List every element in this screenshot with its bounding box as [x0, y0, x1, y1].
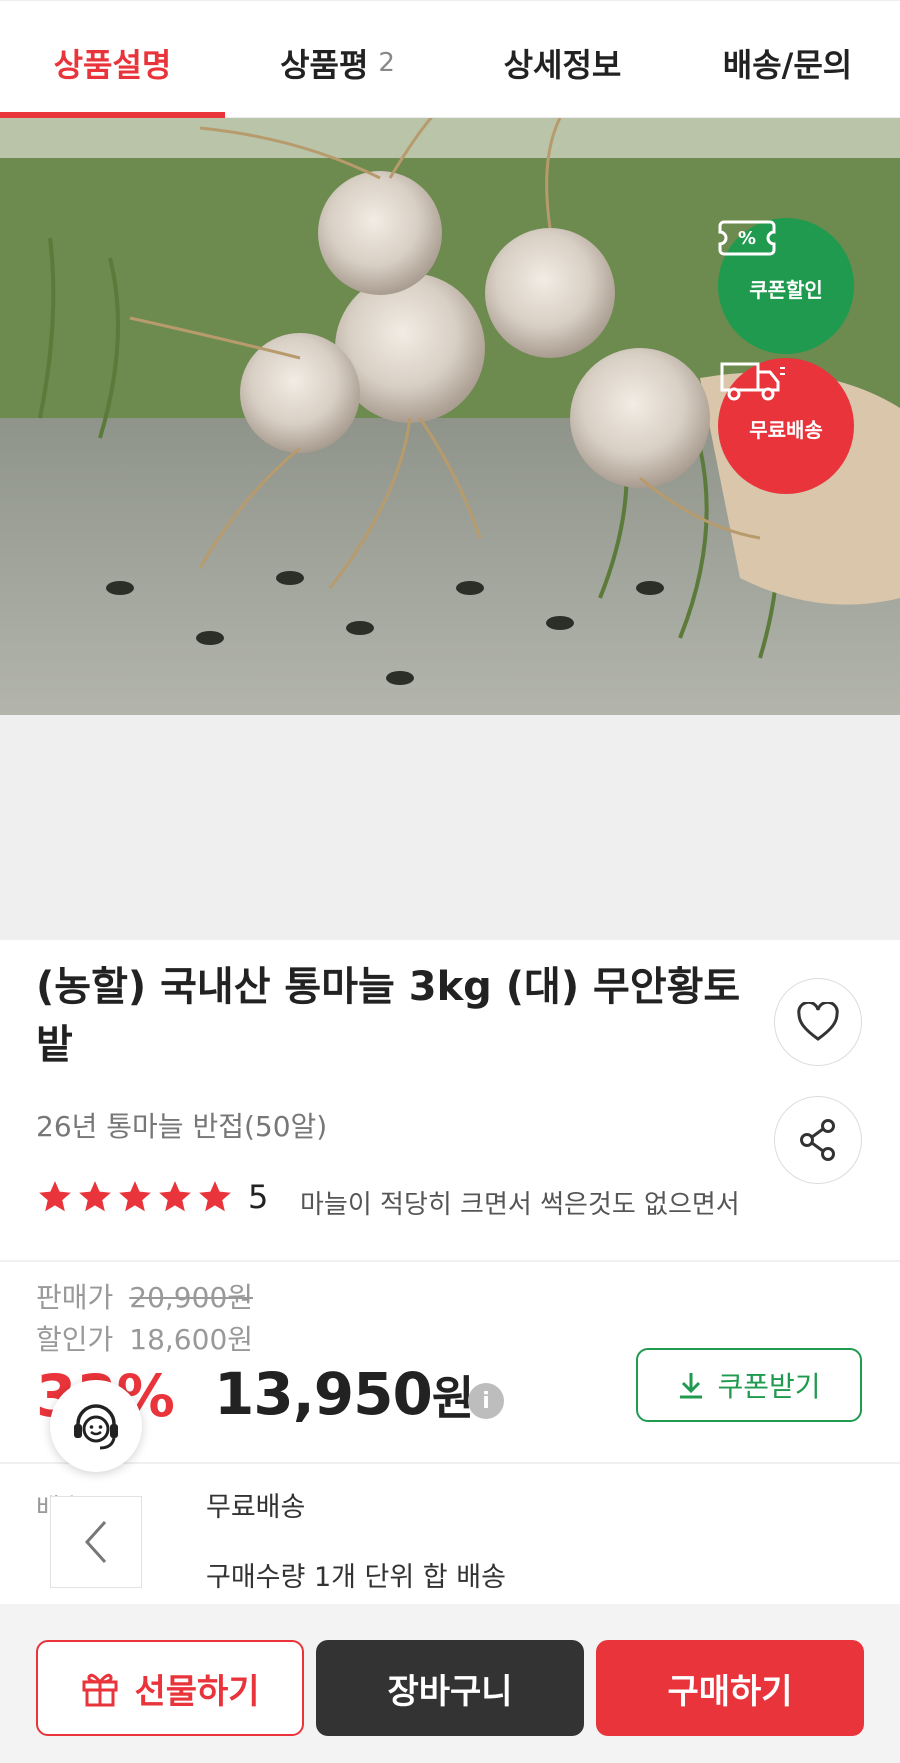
tab-label: 상세정보 [503, 46, 622, 84]
tab-description[interactable]: 상품설명 [0, 1, 225, 118]
headset-icon [74, 1404, 118, 1450]
rating[interactable]: 5 [36, 1178, 268, 1216]
tab-reviews[interactable]: 상품평 2 [225, 1, 450, 117]
tab-bar: 상품설명 상품평 2 상세정보 배송/문의 [0, 0, 900, 118]
rating-score: 5 [248, 1178, 269, 1216]
sale-price-row: 판매가 20,900원 [36, 1276, 253, 1316]
buy-now-button[interactable]: 구매하기 [596, 1640, 864, 1736]
buy-label: 구매하기 [667, 1671, 793, 1712]
chevron-left-icon [84, 1520, 107, 1564]
star-icon [199, 1181, 231, 1212]
star-icon [79, 1181, 111, 1212]
bottom-action-bar: 선물하기 장바구니 구매하기 [0, 1604, 900, 1763]
customer-service-button[interactable] [50, 1380, 142, 1472]
gift-icon [82, 1673, 118, 1707]
shipping-note: 구매수량 1개 단위 합 배송 [206, 1562, 506, 1593]
divider [0, 1462, 900, 1464]
heart-icon [797, 1002, 839, 1041]
shipping-value: 무료배송 [206, 1492, 306, 1523]
review-snippet[interactable]: 마늘이 적당히 크면서 썩은것도 없으면서 [300, 1184, 760, 1221]
discount-price-label: 할인가 [36, 1323, 114, 1356]
truck-icon [720, 362, 785, 401]
gift-button[interactable]: 선물하기 [36, 1640, 304, 1736]
add-to-cart-button[interactable]: 장바구니 [316, 1640, 584, 1736]
sale-price-value: 20,900원 [129, 1281, 254, 1314]
tab-label: 배송/문의 [722, 46, 853, 84]
sale-price-label: 판매가 [36, 1281, 114, 1314]
free-shipping-label: 무료배송 [749, 417, 823, 442]
price-info-icon[interactable]: i [468, 1383, 504, 1419]
discount-price-value: 18,600원 [129, 1323, 254, 1356]
free-shipping-badge[interactable]: 무료배송 [718, 358, 854, 494]
gift-label: 선물하기 [134, 1671, 260, 1712]
coupon-badge-label: 쿠폰할인 [749, 277, 823, 302]
review-count: 2 [378, 48, 395, 78]
star-icon [39, 1181, 71, 1212]
cart-label: 장바구니 [387, 1671, 513, 1712]
product-image[interactable]: % 쿠폰할인 무료배송 [0, 118, 900, 715]
share-icon [800, 1119, 835, 1161]
back-button[interactable] [50, 1496, 142, 1588]
coupon-icon: % [718, 220, 776, 256]
product-title: (농할) 국내산 통마늘 3kg (대) 무안황토밭 [36, 964, 741, 1068]
product-subtitle: 26년 통마늘 반접(50알) [36, 1110, 328, 1143]
coupon-download-button[interactable]: 쿠폰받기 [636, 1348, 862, 1422]
discount-price-row: 할인가 18,600원 [36, 1318, 253, 1358]
coupon-discount-badge[interactable]: % 쿠폰할인 [718, 218, 854, 354]
final-price-unit: 원 [431, 1371, 474, 1425]
star-icon [119, 1181, 151, 1212]
svg-text:%: % [738, 228, 756, 249]
tab-details[interactable]: 상세정보 [450, 1, 675, 117]
share-button[interactable] [774, 1096, 862, 1184]
tab-shipping-inquiry[interactable]: 배송/문의 [675, 1, 900, 117]
final-price: 13,950원 [214, 1360, 474, 1428]
final-price-amount: 13,950 [214, 1360, 433, 1428]
download-icon [680, 1373, 703, 1399]
image-placeholder-band [0, 715, 900, 940]
divider [0, 1260, 900, 1262]
coupon-download-label: 쿠폰받기 [717, 1370, 821, 1403]
wishlist-button[interactable] [774, 978, 862, 1066]
tab-label: 상품설명 [53, 46, 172, 84]
star-rating [36, 1178, 234, 1216]
star-icon [159, 1181, 191, 1212]
tab-label: 상품평 [280, 46, 369, 84]
